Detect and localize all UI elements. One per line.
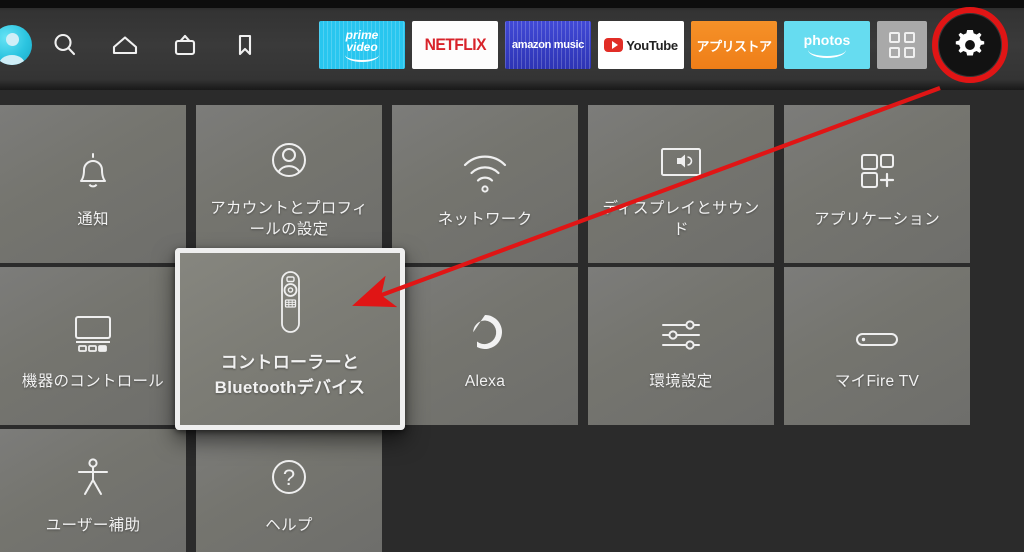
prime-video-line2: video [346, 39, 378, 54]
settings-tile-accessibility[interactable]: ユーザー補助 [0, 429, 186, 552]
app-tile-app-store[interactable]: アプリストア [691, 21, 777, 69]
app-shortcut-row: prime video NETFLIX amazon music YouTube… [319, 7, 1024, 83]
grid-squares-icon [889, 32, 915, 58]
settings-tile-network[interactable]: ネットワーク [392, 105, 578, 263]
youtube-play-icon [604, 38, 624, 52]
settings-tile-label: ネットワーク [437, 210, 533, 228]
settings-tile-label: 通知 [77, 210, 109, 228]
alexa-ring-icon [458, 301, 512, 359]
settings-tile-applications[interactable]: アプリケーション [784, 105, 970, 263]
settings-tile-label: コントローラーとBluetoothデバイス [214, 353, 366, 397]
settings-tile-preferences[interactable]: 環境設定 [588, 267, 774, 425]
settings-tile-label: ヘルプ [265, 517, 313, 534]
settings-gear-button[interactable] [932, 7, 1008, 83]
sliders-icon [652, 301, 710, 359]
app-tile-amazon-music[interactable]: amazon music [505, 21, 591, 69]
app-tile-youtube[interactable]: YouTube [598, 21, 684, 69]
settings-row-1: 通知 アカウントとプロフィールの設定 ネットワーク ディスプレイとサウンド アプ… [0, 105, 1024, 263]
settings-tile-label: アカウントとプロフィールの設定 [210, 200, 368, 238]
display-sound-icon [652, 128, 710, 186]
youtube-wordmark: YouTube [626, 37, 678, 53]
live-tv-icon[interactable] [158, 18, 212, 72]
settings-tile-my-fire-tv[interactable]: マイFire TV [784, 267, 970, 425]
apps-plus-icon [850, 139, 904, 197]
nav-left-group [0, 0, 272, 90]
settings-tile-label: 環境設定 [649, 372, 713, 390]
settings-tile-label: Alexa [464, 372, 506, 390]
avatar-body [0, 55, 25, 65]
home-icon[interactable] [98, 18, 152, 72]
settings-tile-controllers-bluetooth[interactable]: コントローラーとBluetoothデバイス [175, 248, 405, 430]
fire-tv-settings-screen: prime video NETFLIX amazon music YouTube… [0, 0, 1024, 552]
wifi-icon [458, 139, 512, 197]
settings-grid: 通知 アカウントとプロフィールの設定 ネットワーク ディスプレイとサウンド アプ… [0, 90, 1024, 552]
question-circle-icon: ? [263, 445, 315, 503]
settings-row3-empty-slot [784, 429, 970, 552]
settings-tile-help[interactable]: ? ヘルプ [196, 429, 382, 552]
settings-tile-equipment-control[interactable]: 機器のコントロール [0, 267, 186, 425]
settings-tile-account-profile[interactable]: アカウントとプロフィールの設定 [196, 105, 382, 263]
settings-tile-label: ディスプレイとサウンド [602, 200, 760, 238]
settings-row3-empty-slot [392, 429, 578, 552]
settings-tile-label: アプリケーション [813, 210, 941, 228]
settings-tile-label: ユーザー補助 [45, 517, 141, 534]
settings-tile-label: マイFire TV [834, 372, 920, 390]
accessibility-icon [68, 445, 118, 503]
prime-smile-icon [345, 55, 379, 62]
photos-smile-icon [808, 50, 846, 58]
app-tile-all-apps[interactable] [877, 21, 927, 69]
bell-icon [67, 139, 119, 197]
settings-row-3: ユーザー補助 ? ヘルプ [0, 429, 1024, 552]
firetv-stick-icon [848, 301, 906, 359]
search-icon[interactable] [38, 18, 92, 72]
gear-circle-background [939, 14, 1001, 76]
avatar-head [5, 33, 19, 46]
remote-icon [270, 271, 310, 336]
app-store-label: アプリストア [696, 38, 772, 54]
profile-avatar[interactable] [0, 25, 32, 65]
settings-tile-notifications[interactable]: 通知 [0, 105, 186, 263]
settings-row3-empty-slot [588, 429, 774, 552]
watchlist-bookmark-icon[interactable] [218, 18, 272, 72]
amazon-music-wordmark: amazon music [511, 39, 585, 51]
app-tile-photos[interactable]: photos [784, 21, 870, 69]
settings-row-2: 機器のコントロール Alexa 環境設定 マイFire TV [0, 267, 1024, 425]
top-navigation-bar: prime video NETFLIX amazon music YouTube… [0, 0, 1024, 90]
settings-tile-label: 機器のコントロール [21, 372, 165, 390]
gear-icon [955, 29, 985, 56]
netflix-wordmark: NETFLIX [424, 35, 486, 54]
svg-text:?: ? [283, 465, 295, 490]
app-tile-prime-video[interactable]: prime video [319, 21, 405, 69]
tv-control-icon [64, 301, 122, 359]
settings-tile-display-sound[interactable]: ディスプレイとサウンド [588, 105, 774, 263]
app-tile-netflix[interactable]: NETFLIX [412, 21, 498, 69]
person-icon [263, 128, 315, 186]
photos-wordmark: photos [803, 31, 851, 48]
settings-tile-alexa[interactable]: Alexa [392, 267, 578, 425]
